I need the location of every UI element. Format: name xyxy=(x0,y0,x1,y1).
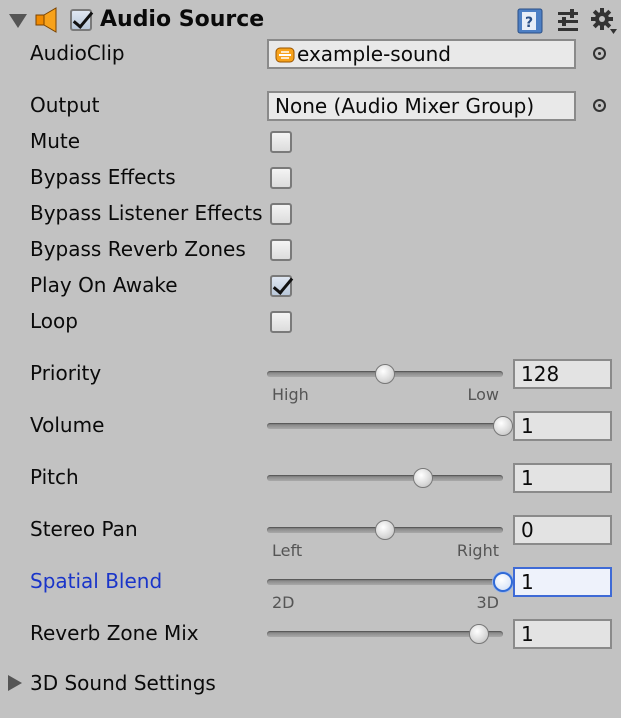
reverb-zone-mix-value-field[interactable]: 1 xyxy=(513,619,612,649)
audio-source-inspector: Audio Source ? AudioClip example-sound O… xyxy=(0,0,621,718)
output-value: None (Audio Mixer Group) xyxy=(275,94,535,118)
mute-checkbox[interactable] xyxy=(270,131,292,153)
component-enabled-checkbox[interactable] xyxy=(70,9,92,31)
loop-checkbox[interactable] xyxy=(270,311,292,333)
gear-icon[interactable] xyxy=(590,7,618,35)
svg-text:?: ? xyxy=(525,15,533,31)
component-header: Audio Source ? xyxy=(0,0,621,40)
audioclip-field[interactable]: example-sound xyxy=(267,39,576,69)
stereo-pan-slider-track[interactable] xyxy=(267,520,503,540)
bypass-effects-checkbox[interactable] xyxy=(270,167,292,189)
play-on-awake-checkbox[interactable] xyxy=(270,275,292,297)
foldout-arrow-icon[interactable] xyxy=(9,14,27,28)
stereo-pan-max-label: Right xyxy=(456,541,499,560)
audioclip-label: AudioClip xyxy=(30,41,125,65)
play-on-awake-label: Play On Awake xyxy=(30,273,178,297)
priority-max-label: Low xyxy=(467,385,499,404)
pitch-slider-thumb[interactable] xyxy=(412,468,433,488)
spatial-blend-min-label: 2D xyxy=(272,593,295,612)
audio-clip-icon xyxy=(275,47,295,63)
priority-label: Priority xyxy=(30,361,102,385)
reverb-zone-mix-slider-track[interactable] xyxy=(267,624,503,644)
reverb-zone-mix-slider-thumb[interactable] xyxy=(469,624,490,644)
spatial-blend-slider-track[interactable] xyxy=(267,572,513,592)
audioclip-picker-icon[interactable] xyxy=(593,47,606,60)
3d-sound-settings-foldout-icon[interactable] xyxy=(8,675,22,691)
audioclip-value: example-sound xyxy=(297,42,452,66)
spatial-blend-max-label: 3D xyxy=(476,593,500,612)
component-title: Audio Source xyxy=(100,7,265,32)
mute-label: Mute xyxy=(30,129,81,153)
priority-slider-track[interactable] xyxy=(267,364,503,384)
output-label: Output xyxy=(30,93,100,117)
volume-value-field[interactable]: 1 xyxy=(513,411,612,441)
bypass-reverb-zones-checkbox[interactable] xyxy=(270,239,292,261)
stereo-pan-min-label: Left xyxy=(272,541,303,560)
priority-value-field[interactable]: 128 xyxy=(513,359,612,389)
bypass-listener-effects-label: Bypass Listener Effects xyxy=(30,201,263,225)
pitch-slider-track[interactable] xyxy=(267,468,503,488)
help-icon[interactable]: ? xyxy=(517,8,543,34)
spatial-blend-value-field[interactable]: 1 xyxy=(513,567,612,597)
presets-icon[interactable] xyxy=(555,8,581,34)
volume-slider-thumb[interactable] xyxy=(493,416,513,436)
volume-slider-track[interactable] xyxy=(267,416,513,436)
spatial-blend-label: Spatial Blend xyxy=(30,569,163,593)
bypass-listener-effects-checkbox[interactable] xyxy=(270,203,292,225)
priority-min-label: High xyxy=(272,385,309,404)
bypass-reverb-zones-label: Bypass Reverb Zones xyxy=(30,237,246,261)
pitch-value-field[interactable]: 1 xyxy=(513,463,612,493)
volume-label: Volume xyxy=(30,413,105,437)
stereo-pan-label: Stereo Pan xyxy=(30,517,138,541)
speaker-icon xyxy=(35,7,57,33)
priority-slider-thumb[interactable] xyxy=(375,364,395,384)
loop-label: Loop xyxy=(30,309,78,333)
stereo-pan-slider-thumb[interactable] xyxy=(375,520,395,540)
pitch-label: Pitch xyxy=(30,465,79,489)
3d-sound-settings-label[interactable]: 3D Sound Settings xyxy=(30,670,216,696)
bypass-effects-label: Bypass Effects xyxy=(30,165,176,189)
output-field[interactable]: None (Audio Mixer Group) xyxy=(267,91,576,121)
spatial-blend-slider-thumb[interactable] xyxy=(493,572,513,592)
reverb-zone-mix-label: Reverb Zone Mix xyxy=(30,621,199,645)
output-picker-icon[interactable] xyxy=(593,99,606,112)
stereo-pan-value-field[interactable]: 0 xyxy=(513,515,612,545)
